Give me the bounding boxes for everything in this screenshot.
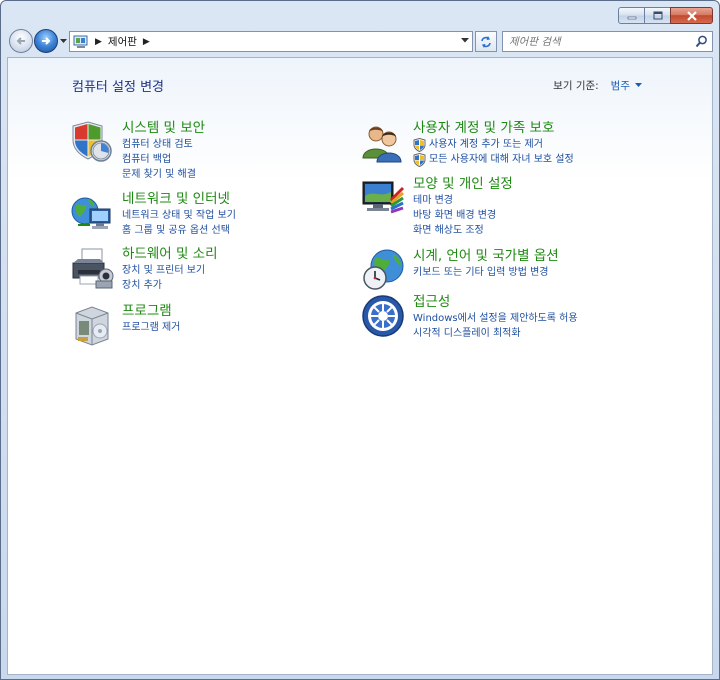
printer-icon[interactable] (70, 246, 114, 290)
category-text: 사용자 계정 및 가족 보호 사용자 계정 추가 또는 제거 모든 사용자에 대… (413, 120, 574, 167)
category-link[interactable]: 장치 및 프린터 보기 (122, 263, 218, 278)
category-text: 네트워크 및 인터넷 네트워크 상태 및 작업 보기 홈 그룹 및 공유 옵션 … (122, 191, 236, 238)
search-box[interactable] (502, 31, 713, 52)
category-link[interactable]: 컴퓨터 상태 검토 (122, 137, 205, 152)
category-link[interactable]: 시각적 디스플레이 최적화 (413, 326, 578, 341)
category-title[interactable]: 네트워크 및 인터넷 (122, 191, 236, 208)
address-bar[interactable]: ▶ 제어판 ▶ (69, 31, 473, 52)
clock-globe-icon[interactable] (361, 248, 405, 292)
chevron-down-icon[interactable] (635, 83, 642, 88)
category-user-accounts: 사용자 계정 및 가족 보호 사용자 계정 추가 또는 제거 모든 사용자에 대… (361, 120, 574, 167)
control-panel-window: ▶ 제어판 ▶ 컴퓨터 설정 변경 보기 기준: 범주 (0, 0, 720, 680)
back-button[interactable] (9, 29, 33, 53)
category-title[interactable]: 하드웨어 및 소리 (122, 246, 218, 263)
category-title[interactable]: 프로그램 (122, 303, 180, 320)
category-text: 프로그램 프로그램 제거 (122, 303, 180, 347)
category-link[interactable]: 문제 찾기 및 해결 (122, 167, 205, 182)
category-title[interactable]: 사용자 계정 및 가족 보호 (413, 120, 574, 137)
navigation-bar: ▶ 제어판 ▶ (1, 29, 719, 56)
forward-arrow-icon (42, 37, 51, 45)
category-title[interactable]: 모양 및 개인 설정 (413, 176, 513, 193)
category-link[interactable]: 네트워크 상태 및 작업 보기 (122, 208, 236, 223)
category-text: 모양 및 개인 설정 테마 변경 바탕 화면 배경 변경 화면 해상도 조정 (413, 176, 513, 238)
programs-box-icon[interactable] (70, 303, 114, 347)
security-shield-icon[interactable] (70, 120, 114, 164)
category-title[interactable]: 시계, 언어 및 국가별 옵션 (413, 248, 559, 265)
address-dropdown-icon[interactable] (461, 38, 469, 43)
view-by: 보기 기준: 범주 (553, 78, 642, 93)
users-icon[interactable] (361, 120, 405, 164)
category-link[interactable]: 홈 그룹 및 공유 옵션 선택 (122, 223, 236, 238)
category-link-text[interactable]: 모든 사용자에 대해 자녀 보호 설정 (429, 152, 574, 167)
category-appearance: 모양 및 개인 설정 테마 변경 바탕 화면 배경 변경 화면 해상도 조정 (361, 176, 513, 238)
caption-buttons (618, 7, 713, 24)
category-link[interactable]: 모든 사용자에 대해 자녀 보호 설정 (413, 152, 574, 167)
back-arrow-icon (16, 37, 25, 45)
page-title: 컴퓨터 설정 변경 (72, 80, 164, 95)
breadcrumb-control-panel[interactable]: 제어판 (108, 34, 137, 49)
network-globe-icon[interactable] (70, 191, 114, 235)
category-programs: 프로그램 프로그램 제거 (70, 303, 180, 347)
category-link[interactable]: 장치 추가 (122, 278, 218, 293)
minimize-icon (627, 16, 636, 19)
category-clock-language-region: 시계, 언어 및 국가별 옵션 키보드 또는 기타 입력 방법 변경 (361, 248, 559, 292)
category-link[interactable]: 화면 해상도 조정 (413, 223, 513, 238)
control-panel-icon (73, 35, 88, 48)
content-area: 컴퓨터 설정 변경 보기 기준: 범주 시스템 및 보안 컴퓨터 상태 검토 컴… (7, 57, 713, 675)
category-network-internet: 네트워크 및 인터넷 네트워크 상태 및 작업 보기 홈 그룹 및 공유 옵션 … (70, 191, 236, 238)
category-link[interactable]: 바탕 화면 배경 변경 (413, 208, 513, 223)
breadcrumb-separator[interactable]: ▶ (143, 37, 150, 47)
category-text: 시스템 및 보안 컴퓨터 상태 검토 컴퓨터 백업 문제 찾기 및 해결 (122, 120, 205, 182)
category-text: 접근성 Windows에서 설정을 제안하도록 허용 시각적 디스플레이 최적화 (413, 294, 578, 341)
search-icon[interactable] (695, 35, 708, 48)
search-input[interactable] (503, 35, 683, 48)
ease-of-access-icon[interactable] (361, 294, 405, 338)
view-by-label: 보기 기준: (553, 80, 599, 92)
chevron-down-icon (59, 38, 67, 43)
recent-pages-button[interactable] (58, 29, 68, 53)
category-link[interactable]: 키보드 또는 기타 입력 방법 변경 (413, 265, 559, 280)
title-bar[interactable] (1, 1, 719, 29)
refresh-button[interactable] (475, 31, 497, 52)
category-link[interactable]: 테마 변경 (413, 193, 513, 208)
category-link[interactable]: 프로그램 제거 (122, 320, 180, 335)
category-ease-of-access: 접근성 Windows에서 설정을 제안하도록 허용 시각적 디스플레이 최적화 (361, 294, 578, 341)
close-icon (686, 10, 697, 21)
maximize-icon (653, 11, 662, 20)
category-title[interactable]: 시스템 및 보안 (122, 120, 205, 137)
category-system-security: 시스템 및 보안 컴퓨터 상태 검토 컴퓨터 백업 문제 찾기 및 해결 (70, 120, 205, 182)
category-text: 시계, 언어 및 국가별 옵션 키보드 또는 기타 입력 방법 변경 (413, 248, 559, 292)
category-text: 하드웨어 및 소리 장치 및 프린터 보기 장치 추가 (122, 246, 218, 293)
category-link[interactable]: 컴퓨터 백업 (122, 152, 205, 167)
close-button[interactable] (670, 7, 713, 24)
forward-button[interactable] (34, 29, 58, 53)
uac-shield-icon (413, 137, 426, 152)
category-hardware-sound: 하드웨어 및 소리 장치 및 프린터 보기 장치 추가 (70, 246, 218, 293)
category-link[interactable]: Windows에서 설정을 제안하도록 허용 (413, 311, 578, 326)
view-by-dropdown[interactable]: 범주 (611, 78, 630, 93)
monitor-paint-icon[interactable] (361, 176, 405, 220)
category-title[interactable]: 접근성 (413, 294, 578, 311)
category-link[interactable]: 사용자 계정 추가 또는 제거 (413, 137, 574, 152)
refresh-icon (481, 35, 491, 48)
maximize-button[interactable] (644, 7, 671, 24)
category-link-text[interactable]: 사용자 계정 추가 또는 제거 (429, 137, 543, 152)
minimize-button[interactable] (618, 7, 645, 24)
uac-shield-icon (413, 152, 426, 167)
breadcrumb-separator[interactable]: ▶ (95, 37, 102, 47)
